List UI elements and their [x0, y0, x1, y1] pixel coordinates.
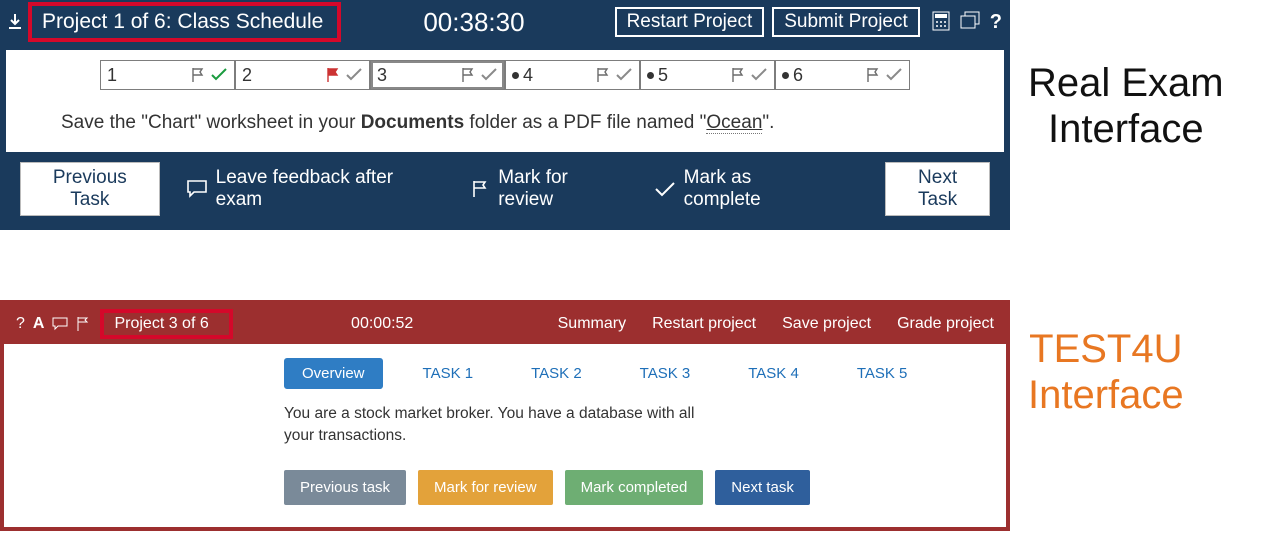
test4u-panel: ? A Project 3 of 6 00:00:52 Summary Rest…: [0, 300, 1010, 531]
check-icon: [480, 68, 498, 82]
task-number: 5: [658, 65, 730, 86]
real-exam-label: Real Exam Interface: [1028, 0, 1224, 152]
restart-project-link[interactable]: Restart project: [652, 315, 756, 333]
check-icon: [654, 180, 676, 198]
flag-icon: [865, 67, 881, 83]
instruction-text: folder as a PDF file named ": [464, 112, 706, 133]
dot-icon: [512, 72, 519, 79]
instruction-bold: Documents: [361, 112, 464, 133]
check-icon: [345, 68, 363, 82]
t4u-body: Overview TASK 1 TASK 2 TASK 3 TASK 4 TASK 5 Y…: [4, 344, 1006, 527]
comment-icon: [186, 179, 208, 199]
mark-review-button[interactable]: Mark for review: [470, 167, 627, 211]
help-icon[interactable]: ?: [16, 315, 25, 333]
windows-icon[interactable]: [960, 11, 980, 34]
summary-link[interactable]: Summary: [558, 315, 626, 333]
check-icon: [615, 68, 633, 82]
test4u-label: TEST4U Interface: [1028, 300, 1184, 418]
flag-icon: [595, 67, 611, 83]
task-tab[interactable]: 2: [235, 60, 370, 90]
next-task-button[interactable]: Next Task: [885, 162, 990, 216]
task-number: 3: [377, 65, 460, 86]
real-header: Project 1 of 6: Class Schedule 00:38:30 …: [0, 0, 1010, 44]
mark-complete-button[interactable]: Mark as complete: [654, 167, 834, 211]
project-title: Project 1 of 6: Class Schedule: [42, 10, 323, 34]
grade-project-link[interactable]: Grade project: [897, 315, 994, 333]
comment-icon[interactable]: [52, 317, 68, 331]
next-task-button[interactable]: Next task: [715, 470, 810, 505]
restart-project-button[interactable]: Restart Project: [615, 7, 765, 37]
mark-for-review-button[interactable]: Mark for review: [418, 470, 553, 505]
mark-complete-label: Mark as complete: [684, 167, 834, 211]
exam-timer: 00:38:30: [341, 7, 606, 38]
label-line: Interface: [1028, 106, 1224, 152]
task-tab[interactable]: 3: [370, 60, 505, 90]
t4u-header-icons: ? A: [16, 315, 90, 333]
previous-task-button[interactable]: Previous Task: [20, 162, 160, 216]
real-footer: Previous Task Leave feedback after exam …: [0, 152, 1010, 230]
instruction-underline: Ocean: [706, 112, 762, 134]
tab-task[interactable]: TASK 2: [513, 358, 600, 389]
flag-icon[interactable]: [76, 316, 90, 332]
label-line: Interface: [1028, 372, 1184, 418]
label-line: Real Exam: [1028, 60, 1224, 106]
task-number: 2: [242, 65, 325, 86]
task-tabs: 1 2 3 4 5 6: [6, 60, 1004, 90]
tab-overview[interactable]: Overview: [284, 358, 383, 389]
t4u-project-label: Project 3 of 6: [114, 315, 208, 332]
tab-task[interactable]: TASK 1: [405, 358, 492, 389]
download-icon: [8, 14, 22, 30]
dot-icon: [647, 72, 654, 79]
calculator-icon[interactable]: [932, 11, 950, 34]
leave-feedback-label: Leave feedback after exam: [216, 167, 445, 211]
font-icon[interactable]: A: [33, 315, 45, 333]
check-icon: [210, 68, 228, 82]
mark-completed-button[interactable]: Mark completed: [565, 470, 704, 505]
submit-project-button[interactable]: Submit Project: [772, 7, 920, 37]
previous-task-button[interactable]: Previous task: [284, 470, 406, 505]
task-instruction: Save the "Chart" worksheet in your Docum…: [61, 112, 1004, 134]
real-content: 1 2 3 4 5 6 Save the "Chart" worksheet in you…: [6, 50, 1004, 152]
task-tab[interactable]: 5: [640, 60, 775, 90]
real-exam-panel: Project 1 of 6: Class Schedule 00:38:30 …: [0, 0, 1010, 230]
check-icon: [885, 68, 903, 82]
label-line: TEST4U: [1028, 326, 1184, 372]
task-tab[interactable]: 1: [100, 60, 235, 90]
help-icon[interactable]: ?: [990, 11, 1002, 34]
save-project-link[interactable]: Save project: [782, 315, 871, 333]
tab-task[interactable]: TASK 5: [839, 358, 926, 389]
t4u-tabs: Overview TASK 1 TASK 2 TASK 3 TASK 4 TASK 5: [284, 358, 1006, 389]
mark-review-label: Mark for review: [498, 167, 627, 211]
task-number: 6: [793, 65, 865, 86]
project-title-highlight: Project 1 of 6: Class Schedule: [28, 2, 341, 42]
tab-task[interactable]: TASK 4: [730, 358, 817, 389]
task-number: 1: [107, 65, 190, 86]
instruction-text: Save the "Chart" worksheet in your: [61, 112, 361, 133]
flag-icon: [325, 67, 341, 83]
dot-icon: [782, 72, 789, 79]
task-tab[interactable]: 6: [775, 60, 910, 90]
t4u-action-buttons: Previous task Mark for review Mark compl…: [284, 470, 1006, 505]
tab-task[interactable]: TASK 3: [622, 358, 709, 389]
t4u-header: ? A Project 3 of 6 00:00:52 Summary Rest…: [4, 304, 1006, 344]
flag-icon: [190, 67, 206, 83]
task-tab[interactable]: 4: [505, 60, 640, 90]
flag-icon: [470, 179, 490, 199]
t4u-project-highlight: Project 3 of 6: [100, 309, 232, 339]
check-icon: [750, 68, 768, 82]
instruction-text: ".: [762, 112, 774, 133]
t4u-timer: 00:00:52: [233, 315, 532, 333]
flag-icon: [730, 67, 746, 83]
t4u-overview-text: You are a stock market broker. You have …: [284, 403, 714, 448]
task-number: 4: [523, 65, 595, 86]
leave-feedback-button[interactable]: Leave feedback after exam: [186, 167, 445, 211]
flag-icon: [460, 67, 476, 83]
